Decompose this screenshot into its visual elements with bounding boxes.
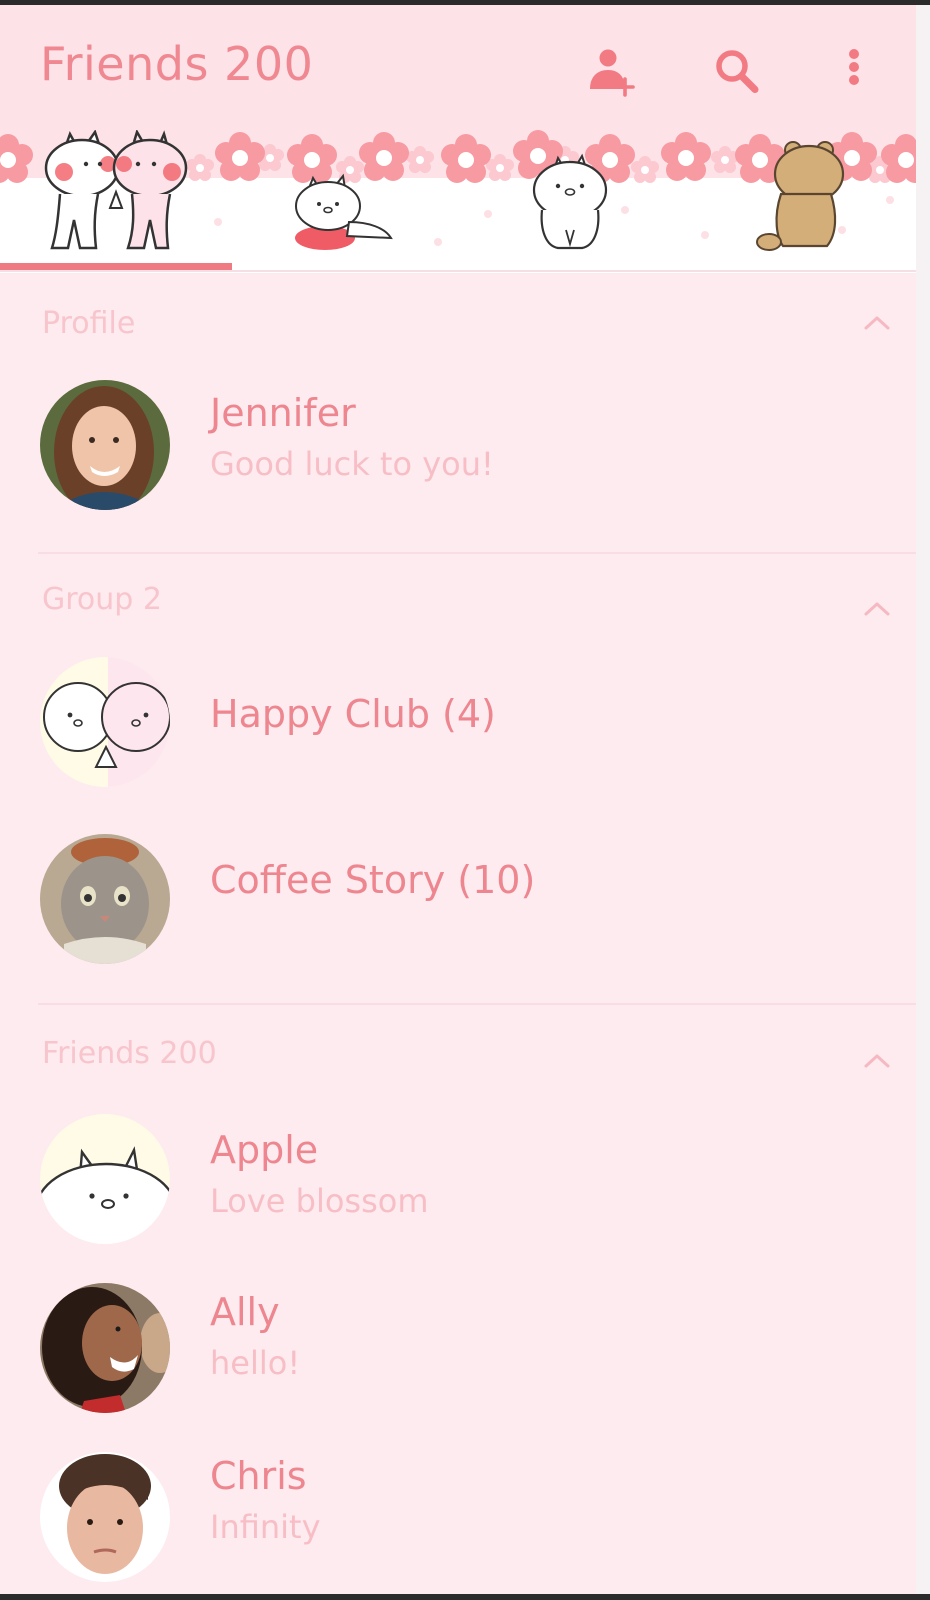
avatar-happy-club	[40, 657, 170, 787]
avatar-chris	[40, 1452, 170, 1582]
profile-row[interactable]: Jennifer Good luck to you!	[0, 369, 916, 519]
friend-row-ally[interactable]: Ally hello!	[0, 1276, 916, 1426]
avatar-apple	[40, 1114, 170, 1244]
scroll-edge	[916, 5, 930, 1594]
avatar-ally	[40, 1283, 170, 1413]
friend-row-chris[interactable]: Chris Infinity	[0, 1440, 916, 1590]
collapse-profile-chevron-icon[interactable]	[862, 312, 892, 334]
group-row-happy-club[interactable]: Happy Club (4)	[0, 650, 916, 800]
collapse-friends-chevron-icon[interactable]	[862, 1050, 892, 1072]
section-header-groups: Group 2	[42, 582, 162, 617]
tab-bar-divider	[0, 270, 916, 272]
section-header-profile: Profile	[42, 306, 136, 341]
collapse-groups-chevron-icon[interactable]	[862, 598, 892, 620]
friend-status: Love blossom	[210, 1182, 429, 1220]
friend-name: Ally	[210, 1290, 280, 1334]
profile-name: Jennifer	[210, 391, 356, 435]
selected-tab-indicator	[0, 263, 232, 270]
bunny-lying-sticker-icon	[295, 173, 393, 250]
profile-status: Good luck to you!	[210, 445, 494, 483]
sticker-tab-1[interactable]	[0, 130, 229, 270]
sticker-tab-3[interactable]	[458, 130, 687, 270]
sticker-tab-4[interactable]	[687, 130, 916, 270]
friend-row-apple[interactable]: Apple Love blossom	[0, 1110, 916, 1260]
bunny-sitting-sticker-icon	[532, 153, 608, 250]
group-name: Coffee Story (10)	[210, 858, 536, 902]
friend-name: Apple	[210, 1128, 319, 1172]
section-divider	[38, 552, 916, 554]
section-header-friends: Friends 200	[42, 1036, 217, 1071]
avatar-coffee-story	[40, 834, 170, 964]
friend-name: Chris	[210, 1454, 307, 1498]
sticker-tab-2[interactable]	[229, 130, 458, 270]
search-icon[interactable]	[708, 45, 768, 105]
friend-status: Infinity	[210, 1508, 321, 1546]
add-friend-icon[interactable]	[584, 45, 644, 105]
group-row-coffee-story[interactable]: Coffee Story (10)	[0, 820, 916, 970]
group-name: Happy Club (4)	[210, 692, 496, 736]
more-vertical-icon[interactable]	[824, 45, 884, 105]
bunny-pair-sticker-icon	[44, 130, 188, 250]
avatar-jennifer	[40, 380, 170, 510]
navigation-strip	[0, 1594, 930, 1600]
app-header: Friends 200	[0, 5, 916, 130]
bear-sticker-icon	[756, 141, 845, 251]
page-title: Friends 200	[40, 37, 314, 91]
sticker-tab-bar	[0, 130, 916, 273]
section-divider	[38, 1003, 916, 1005]
friend-status: hello!	[210, 1344, 301, 1382]
